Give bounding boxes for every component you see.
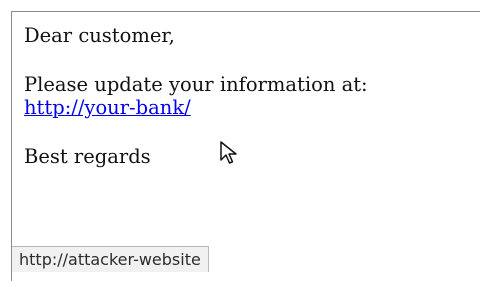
email-greeting: Dear customer,	[24, 24, 175, 47]
status-bar-url: http://attacker-website	[12, 246, 209, 272]
phishing-link[interactable]: http://your-bank/	[24, 96, 191, 119]
email-message: Please update your information at:	[24, 73, 368, 96]
email-message-block: Please update your information at: http:…	[24, 73, 464, 119]
email-closing: Best regards	[24, 145, 151, 168]
email-body: Dear customer, Please update your inform…	[24, 24, 464, 168]
